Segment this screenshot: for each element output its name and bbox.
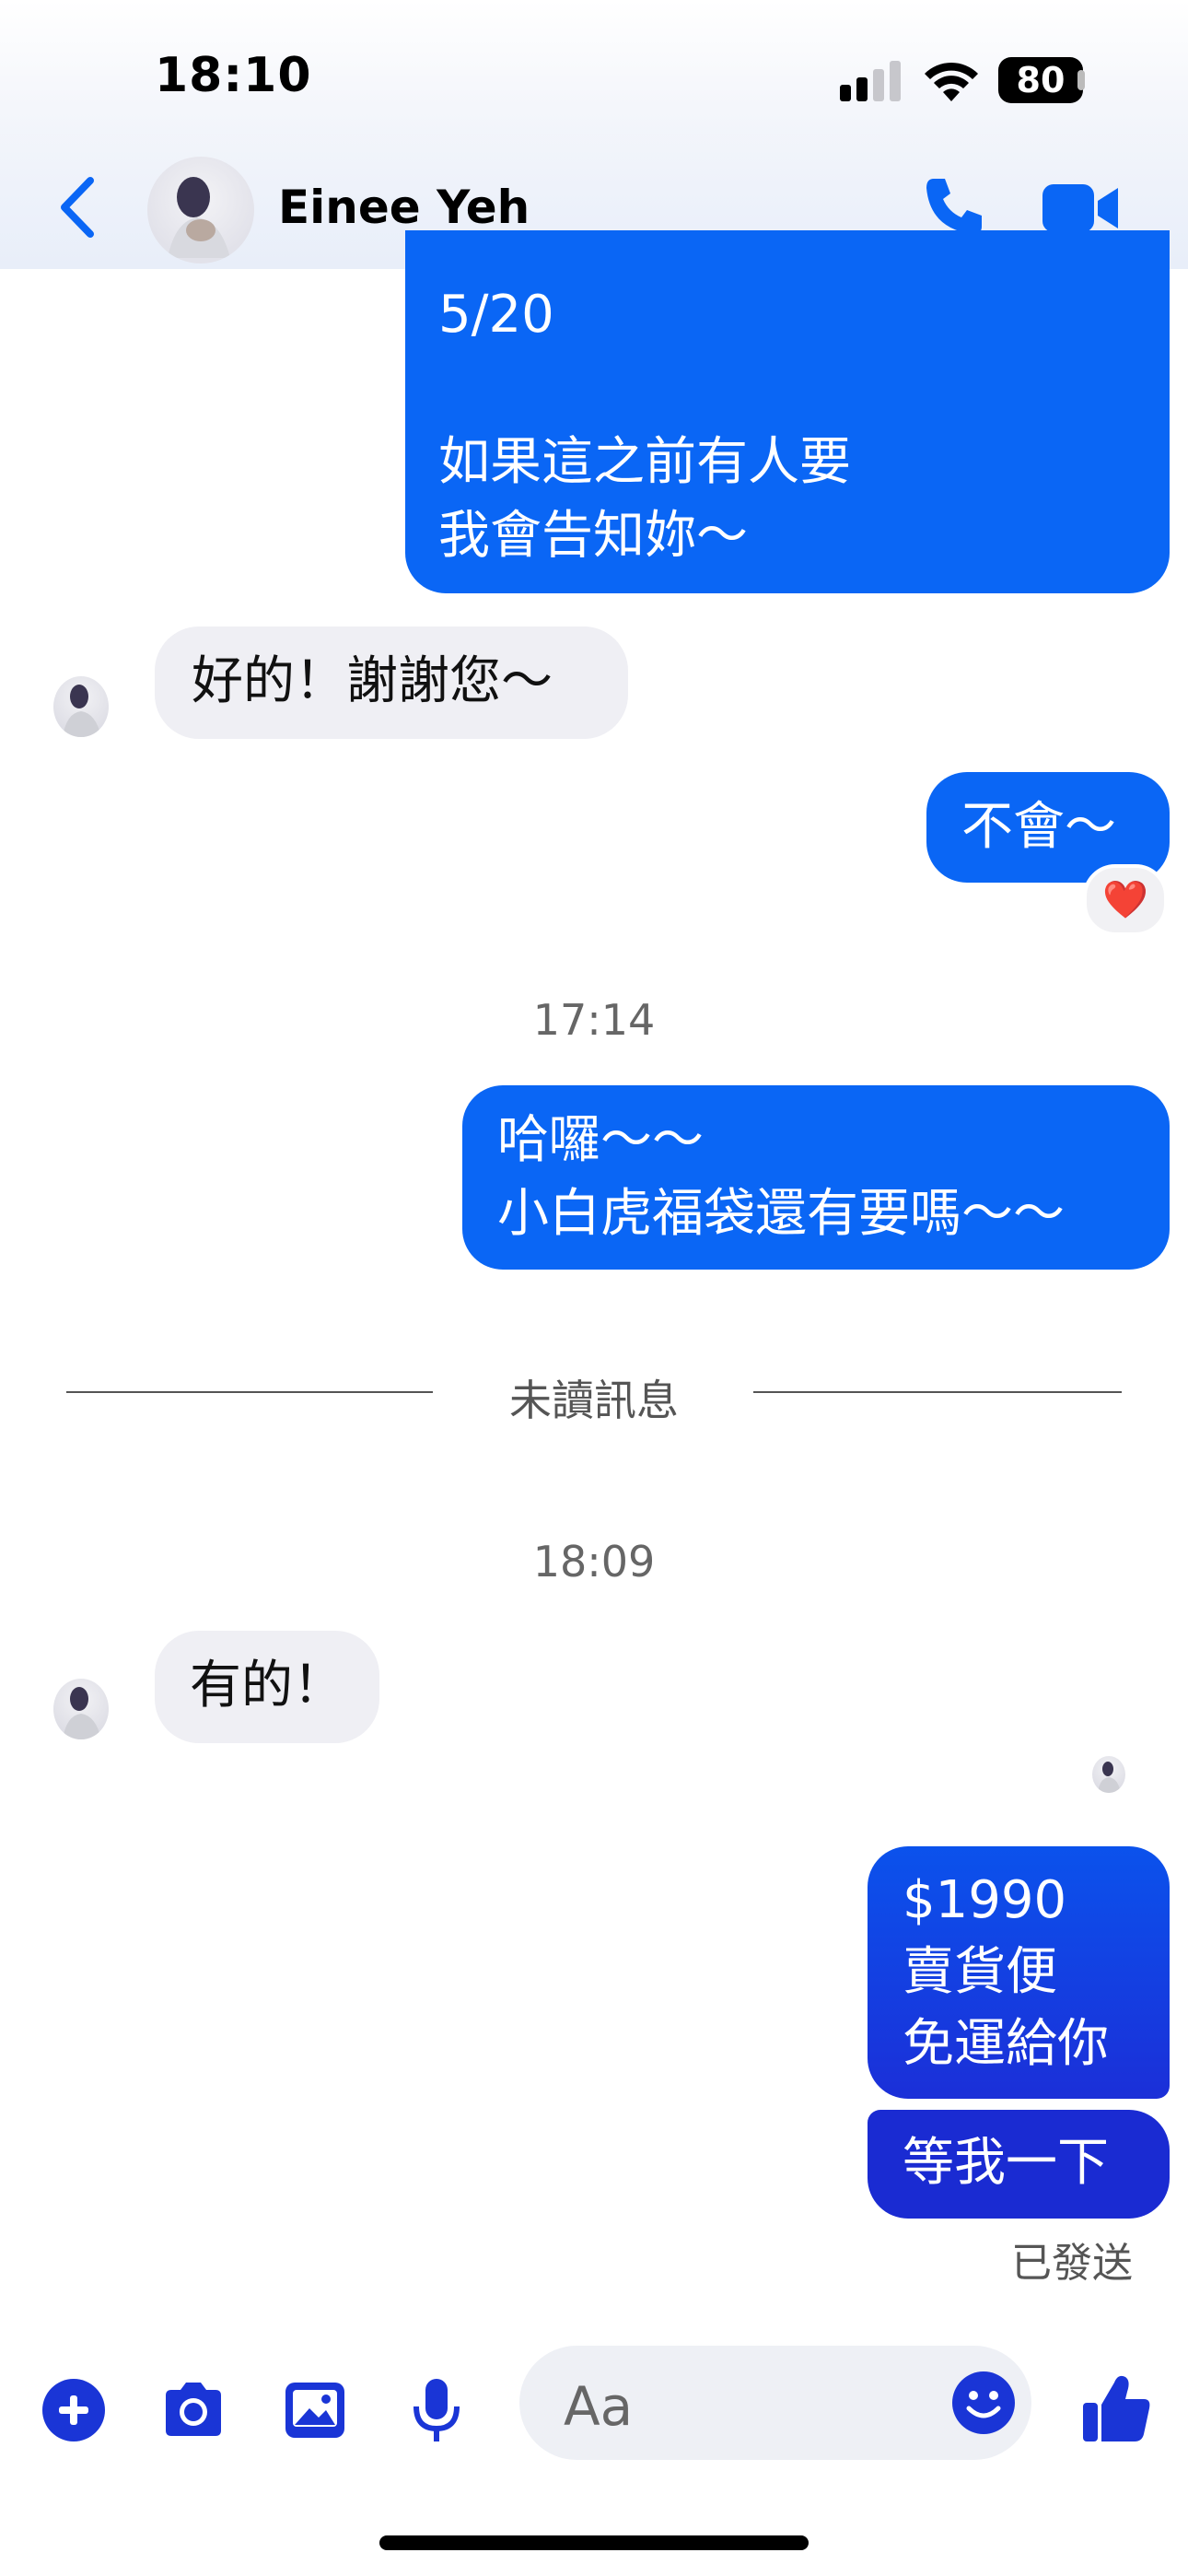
message-bubble-incoming[interactable]: 有的！ [155,1631,379,1743]
video-call-icon[interactable] [1042,181,1120,236]
battery-cap [1077,70,1085,90]
contact-name[interactable]: Einee Yeh [278,181,530,234]
thumbs-up-icon[interactable] [1079,2370,1153,2445]
cellular-signal-icon [840,61,901,101]
message-text: 好的！謝謝您～ [192,651,553,711]
status-time: 18:10 [155,48,312,103]
message-status: 已發送 [1011,2240,1133,2287]
battery-indicator: 80 [998,57,1083,103]
message-bubble-outgoing[interactable]: 5/20 如果這之前有人要 我會告知妳～ [405,230,1170,593]
message-text: $1990 賣貨便 免運給你 [903,1870,1109,2074]
home-indicator [379,2535,809,2550]
microphone-icon[interactable] [400,2373,473,2447]
gallery-icon[interactable] [278,2373,352,2447]
heart-reaction[interactable]: ❤️ [1083,864,1168,936]
message-input-placeholder: Aa [564,2375,634,2438]
emoji-icon[interactable] [949,2368,1019,2438]
timestamp: 18:09 [532,1537,656,1587]
camera-icon[interactable] [157,2373,230,2447]
reaction-emoji: ❤️ [1102,879,1148,921]
message-bubble-incoming[interactable]: 好的！謝謝您～ [155,626,628,739]
divider-line-left [66,1391,433,1393]
message-bubble-outgoing[interactable]: 哈囉～～ 小白虎福袋還有要嗎～～ [462,1085,1170,1270]
message-bubble-outgoing[interactable]: 等我一下 [868,2110,1170,2219]
read-receipt-avatar [1092,1756,1125,1793]
message-text: 哈囉～～ 小白虎福袋還有要嗎～～ [497,1110,1065,1244]
sender-avatar[interactable] [53,676,109,737]
unread-divider-label: 未讀訊息 [509,1376,679,1425]
battery-level: 80 [1016,60,1066,100]
back-chevron-icon[interactable] [57,175,98,240]
divider-line-right [753,1391,1122,1393]
plus-icon[interactable] [37,2373,111,2447]
contact-avatar[interactable] [147,157,254,263]
message-text: 不會～ [961,797,1116,857]
message-text: 等我一下 [903,2133,1109,2193]
timestamp: 17:14 [532,995,656,1045]
message-bubble-outgoing[interactable]: $1990 賣貨便 免運給你 [868,1846,1170,2099]
wifi-icon [925,62,978,101]
sender-avatar[interactable] [53,1679,109,1739]
message-text: 5/20 如果這之前有人要 我會告知妳～ [438,285,851,566]
message-text: 有的！ [190,1656,344,1715]
